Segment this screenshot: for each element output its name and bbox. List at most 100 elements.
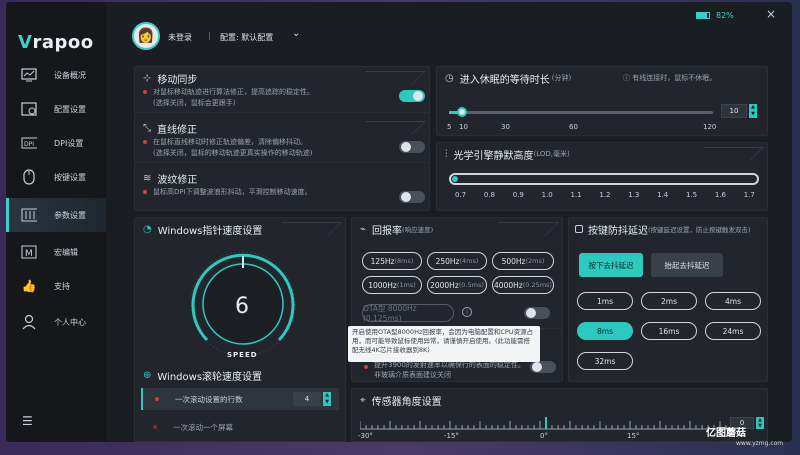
ripple-fix-desc: 鼠标高DPI下调整波浪形抖动，平滑控制移动速度。 — [143, 187, 312, 198]
hidden-row-toggle[interactable] — [530, 361, 556, 373]
debounce-option-24ms[interactable]: 24ms — [705, 322, 761, 340]
debounce-option-4ms[interactable]: 4ms — [705, 292, 761, 310]
press-debounce-tab[interactable]: 按下去抖延迟 — [579, 253, 643, 277]
lod-tick: 0.7 — [455, 191, 467, 199]
sidebar-item-dpi[interactable]: DPI DPI设置 — [6, 126, 106, 160]
rate-ms: (2ms) — [525, 257, 545, 265]
angle-stepper[interactable]: ▲ ▼ — [756, 417, 764, 429]
sensor-angle-title: 传感器角度设置 — [371, 396, 442, 408]
rate-ms: (1ms) — [396, 281, 416, 289]
sidebar-item-label: DPI设置 — [54, 138, 84, 148]
debounce-panel: 按键防抖延迟 (按键延迟设置，防止按键触发双击) 按下去抖延迟 抬起去抖延迟 1m… — [568, 217, 768, 382]
sidebar-item-params[interactable]: 参数设置 — [6, 198, 106, 232]
lod-slider-thumb[interactable] — [452, 176, 458, 182]
battery-icon — [696, 12, 710, 19]
chevron-down-icon[interactable]: ⌄ — [292, 28, 300, 39]
speed-value: 6 — [235, 294, 249, 319]
mouse-icon — [21, 169, 37, 185]
pointer-speed-panel: ◔ Windows指针速度设置 6 SPEED ⊕ Windows滚轮速度设置 一次… — [134, 217, 346, 442]
debounce-title: 按键防抖延迟 — [588, 225, 648, 237]
sleep-stepper[interactable]: ▲ ▼ — [749, 104, 757, 118]
debounce-option-16ms[interactable]: 16ms — [641, 322, 697, 340]
debounce-option-2ms[interactable]: 2ms — [641, 292, 697, 310]
line-fix-desc2: (选择关闭，鼠标的移动轨迹更真实操作的移动轨迹) — [153, 149, 313, 157]
collapse-menu-icon[interactable]: ☰ — [22, 414, 33, 428]
rate-option-500[interactable]: 500Hz (2ms) — [492, 252, 554, 270]
lod-tick: 1.7 — [743, 191, 755, 199]
sidebar-item-profile[interactable]: 个人中心 — [6, 305, 106, 339]
scroll-option-page[interactable]: 一次滚动一个屏幕 — [141, 416, 339, 438]
lod-unit: (LOD,毫米) — [533, 150, 570, 158]
sidebar-item-label: 参数设置 — [54, 210, 86, 220]
sidebar-item-config[interactable]: 配置设置 — [6, 92, 106, 126]
ripple-fix-desc1: 鼠标高DPI下调整波浪形抖动，平滑控制移动速度。 — [153, 188, 312, 196]
sidebar: Vrapoo 设备概况 配置设置 DPI DPI设置 按键设置 参数设置 M 宏… — [6, 2, 106, 442]
avatar[interactable]: 👩 — [132, 22, 160, 50]
scroll-speed-title: Windows滚轮速度设置 — [157, 371, 263, 383]
sidebar-item-label: 个人中心 — [54, 317, 86, 327]
line-fix-desc: 在鼠标直线移动时修正轨迹偏差，清除偏移抖动。 (选择关闭，鼠标的移动轨迹更真实操作… — [143, 137, 312, 159]
ripple-fix-toggle[interactable] — [399, 191, 425, 203]
ota-toggle[interactable] — [524, 307, 550, 319]
rate-option-4000[interactable]: 4000Hz (0.25ms) — [492, 276, 554, 294]
angle-ruler[interactable] — [360, 415, 732, 431]
sleep-tick: 60 — [569, 123, 578, 131]
debounce-header: 按键防抖延迟 (按键延迟设置，防止按键触发双击) — [569, 218, 751, 240]
rate-option-2000[interactable]: 2000Hz (0.5ms) — [427, 276, 487, 294]
debounce-unit: (按键延迟设置，防止按键触发双击) — [648, 226, 751, 234]
login-status[interactable]: 未登录 — [168, 32, 192, 43]
motion-sync-desc1: 对鼠标移动轨迹进行算法修正，提高追踪的稳定性。 — [153, 88, 314, 96]
rate-option-250[interactable]: 250Hz (4ms) — [427, 252, 487, 270]
lod-slider[interactable] — [449, 173, 759, 185]
sidebar-item-label: 配置设置 — [54, 104, 86, 114]
report-rate-header: ⌁ 回报率 (响应速度) — [352, 218, 433, 240]
close-icon[interactable]: × — [766, 7, 776, 21]
rate-option-125[interactable]: 125Hz (8ms) — [362, 252, 422, 270]
svg-text:M: M — [25, 249, 33, 259]
rate-option-ota-8000[interactable]: OTA型 8000Hz (0.125ms) — [362, 304, 454, 323]
sleep-value-input[interactable]: 10 — [721, 104, 747, 118]
rate-ms: (0.25ms) — [522, 281, 552, 289]
person-icon — [21, 314, 37, 330]
sidebar-item-support[interactable]: 👍 支持 — [6, 269, 106, 303]
sleep-slider-track[interactable] — [449, 107, 713, 117]
ota-label: OTA型 8000Hz (0.125ms) — [363, 304, 417, 323]
angle-tick: -30° — [358, 432, 373, 440]
debounce-option-8ms[interactable]: 8ms — [577, 322, 633, 340]
sleep-slider-thumb[interactable] — [457, 107, 467, 117]
rate-hz: 1000Hz — [368, 280, 397, 290]
sidebar-item-macro[interactable]: M 宏编辑 — [6, 235, 106, 269]
motion-sync-toggle[interactable] — [399, 90, 425, 102]
ota-tooltip: 开启使用OTA型8000Hz回报率，会因为电脑配置和CPU资源占用，而可能导致鼠… — [348, 326, 540, 362]
rate-hz: 500Hz — [501, 256, 526, 266]
monitor-icon — [21, 68, 37, 82]
rate-ms: (8ms) — [394, 257, 414, 265]
cursor-move-icon: ⊹ — [143, 72, 152, 84]
angle-tick: 0° — [540, 432, 548, 440]
line-fix-toggle[interactable] — [399, 141, 425, 153]
scroll-option-lines[interactable]: 一次滚动设置的行数 4 ▲ ▼ — [141, 388, 339, 410]
ripple-fix-header: ≋ 波纹修正 — [135, 167, 197, 189]
debounce-option-32ms[interactable]: 32ms — [577, 352, 633, 370]
config-selector-label[interactable]: 配置: 默认配置 — [220, 32, 273, 43]
rate-option-1000[interactable]: 1000Hz (1ms) — [362, 276, 422, 294]
debounce-option-1ms[interactable]: 1ms — [577, 292, 633, 310]
sleep-panel: ◷ 进入休眠的等待时长 (分钟) ⓘ 有线连接时，鼠标不休眠。 10 ▲ ▼ 5 10… — [436, 66, 768, 136]
release-debounce-tab[interactable]: 抬起去抖延迟 — [651, 253, 723, 277]
hidden-row-text2: 非玻璃介质表面建议关闭 — [374, 371, 451, 379]
sidebar-item-buttons[interactable]: 按键设置 — [6, 160, 106, 194]
info-icon[interactable]: i — [462, 307, 472, 317]
watermark-text: 亿图蘑菇 — [706, 428, 746, 439]
app-window: Vrapoo 设备概况 配置设置 DPI DPI设置 按键设置 参数设置 M 宏… — [6, 2, 792, 442]
lod-tick: 1.4 — [657, 191, 669, 199]
scroll-lines-input[interactable]: 4 — [293, 392, 321, 406]
lod-panel: ⫶ 光学引擎静默高度 (LOD,毫米) 0.7 0.8 0.9 1.0 1.1 1.… — [436, 142, 768, 211]
lod-tick: 1.1 — [570, 191, 582, 199]
speed-label: SPEED — [227, 351, 258, 359]
scroll-option-lines-label: 一次滚动设置的行数 — [175, 395, 243, 404]
sidebar-item-device-overview[interactable]: 设备概况 — [6, 58, 106, 92]
scroll-lines-stepper[interactable]: ▲ ▼ — [323, 392, 331, 406]
debounce-checkbox-icon[interactable] — [575, 225, 583, 233]
line-fix-icon: ⤡ — [143, 122, 151, 134]
motion-sync-header: ⊹ 移动同步 — [135, 67, 197, 89]
